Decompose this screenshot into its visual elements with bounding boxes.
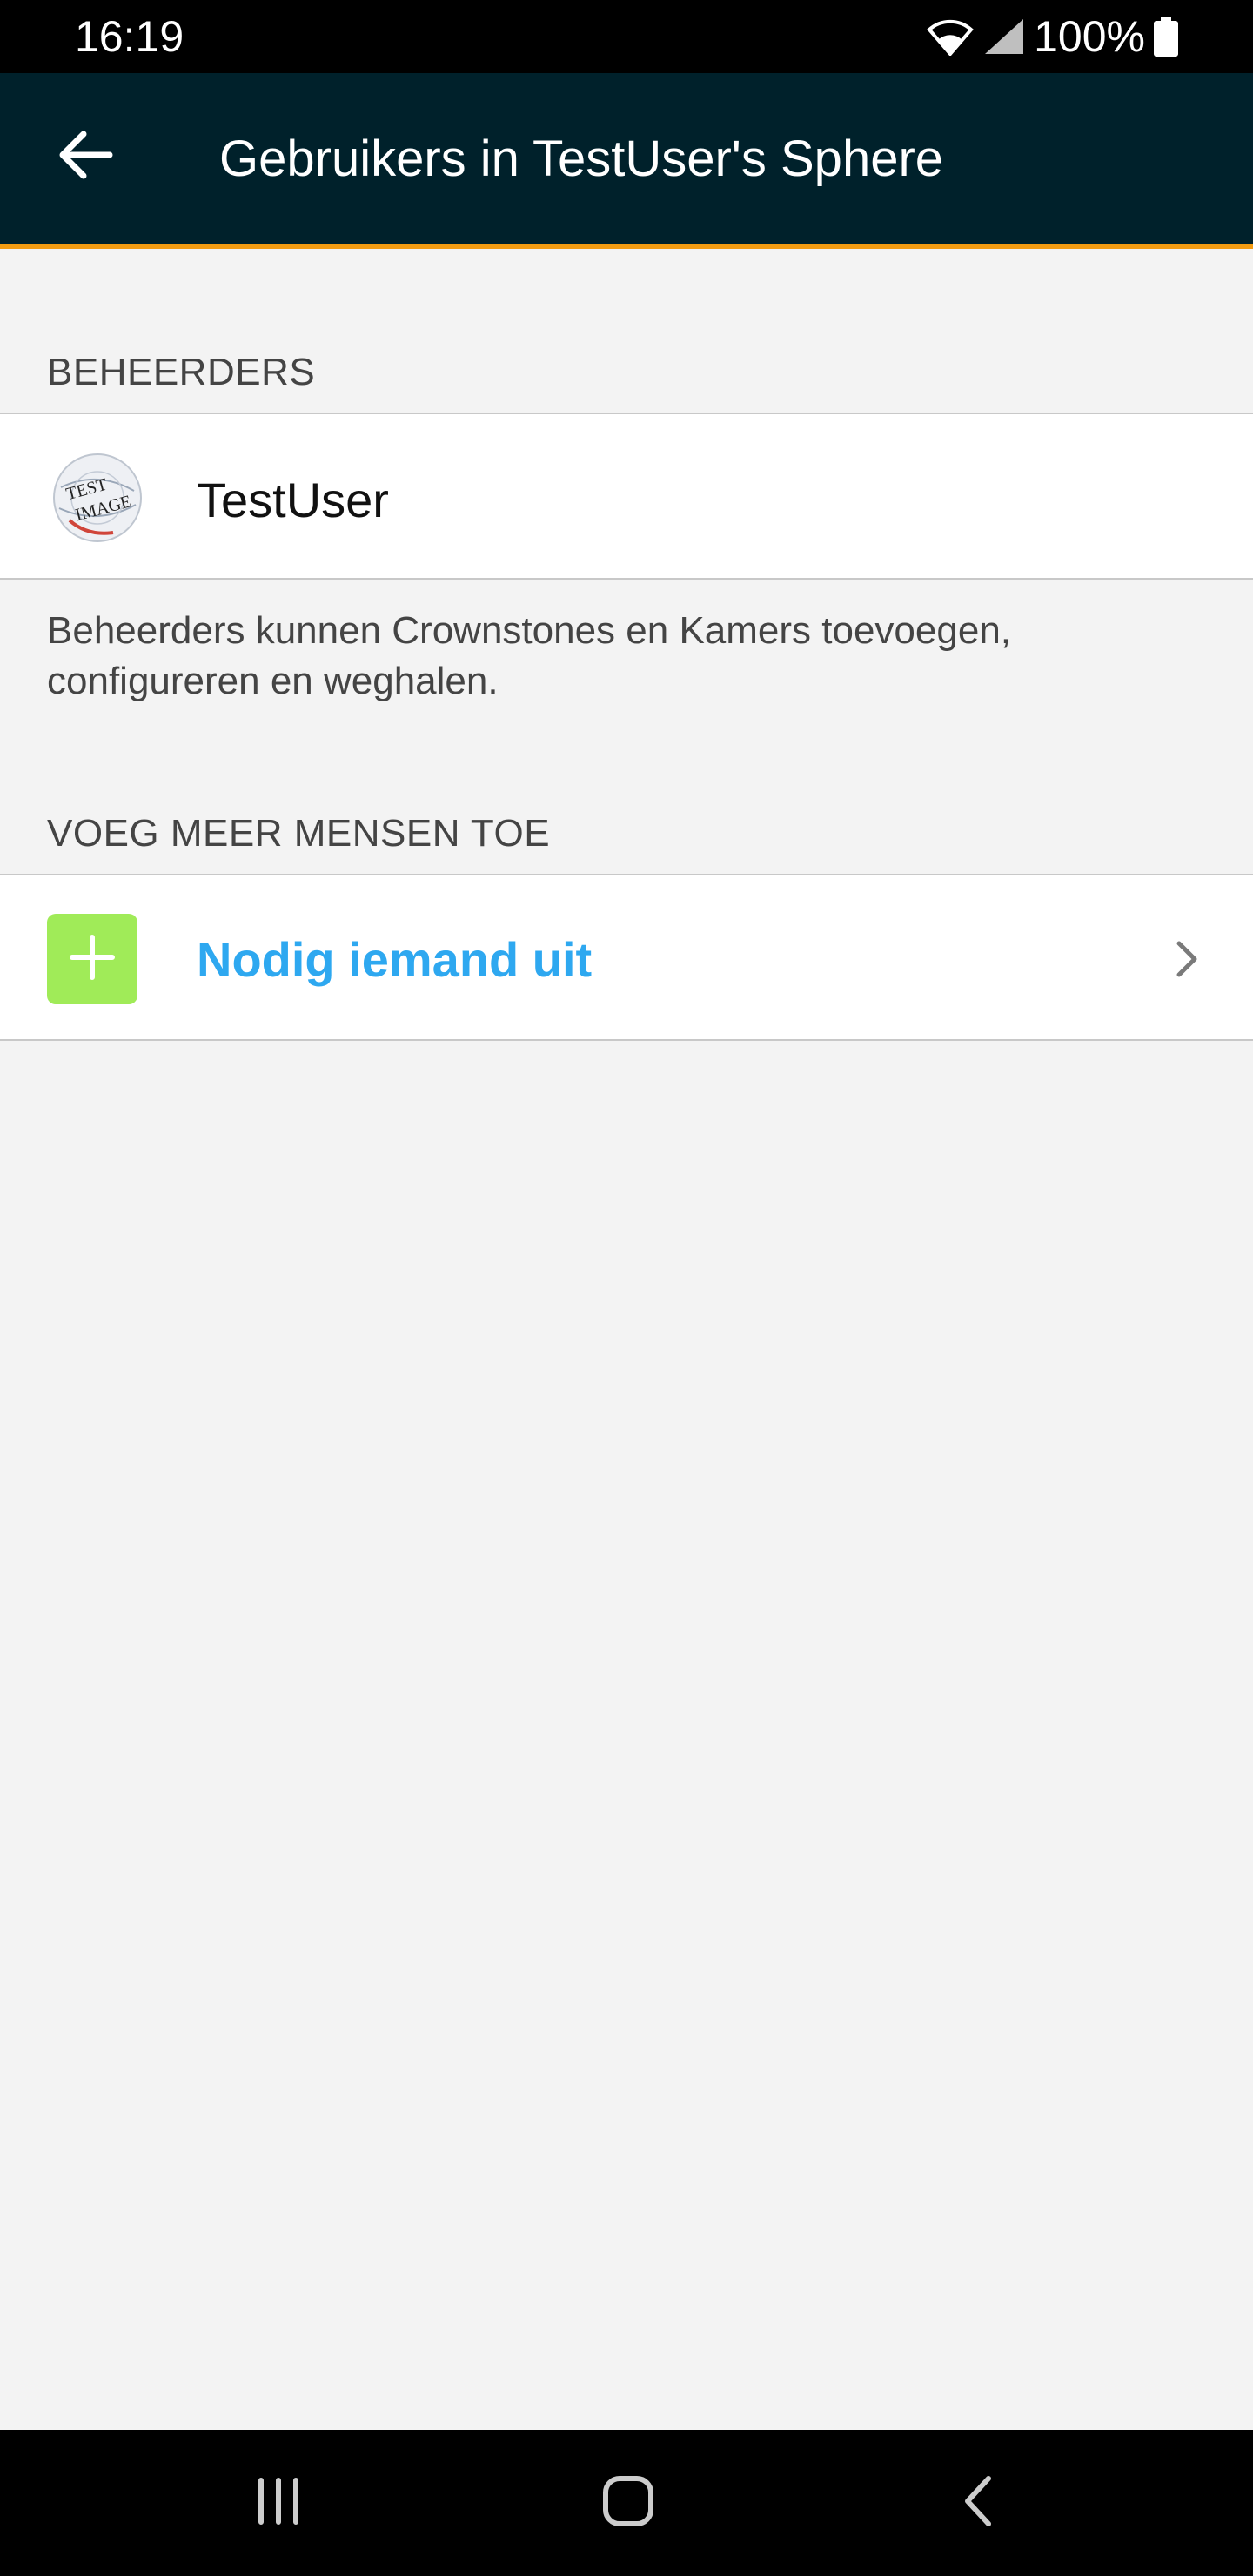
recent-apps-icon (252, 2477, 305, 2530)
status-time: 16:19 (75, 12, 184, 61)
section-header-admins: BEHEERDERS (47, 351, 316, 393)
system-back-button[interactable] (935, 2468, 1022, 2538)
admins-description: Beheerders kunnen Crownstones en Kamers … (47, 609, 1012, 702)
back-button[interactable] (42, 113, 129, 200)
user-row-testuser[interactable]: TEST IMAGE TestUser (0, 414, 1253, 578)
invite-row[interactable]: Nodig iemand uit (0, 875, 1253, 1039)
plus-icon (69, 934, 116, 985)
home-icon (600, 2475, 656, 2532)
back-icon (961, 2475, 995, 2532)
header-accent-line (0, 244, 1253, 249)
invite-label: Nodig iemand uit (197, 932, 593, 987)
signal-icon (983, 17, 1025, 56)
arrow-left-icon (57, 131, 113, 184)
status-icons: 100% (926, 10, 1178, 63)
recent-apps-button[interactable] (235, 2468, 322, 2538)
add-icon-box (47, 914, 137, 1004)
section-header-add-people: VOEG MEER MENSEN TOE (47, 812, 551, 855)
divider (0, 578, 1253, 580)
page-title: Gebruikers in TestUser's Sphere (219, 131, 944, 187)
wifi-icon (926, 17, 975, 56)
status-bar: 16:19 100% (0, 0, 1253, 73)
chevron-right-icon (1161, 933, 1213, 985)
avatar: TEST IMAGE (52, 453, 143, 543)
battery-percentage: 100% (1034, 12, 1145, 61)
system-nav-bar (0, 2430, 1253, 2576)
divider (0, 1039, 1253, 1041)
home-button[interactable] (585, 2468, 672, 2538)
user-name: TestUser (197, 473, 389, 527)
battery-icon (1154, 17, 1178, 57)
